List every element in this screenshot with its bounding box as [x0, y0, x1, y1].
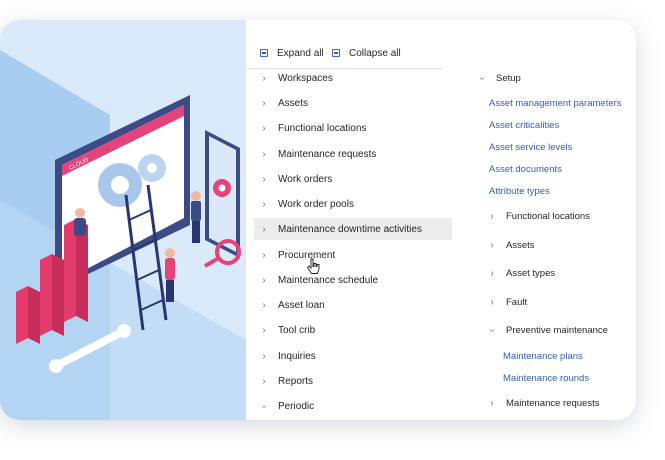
chevron-right-icon: › [262, 299, 266, 311]
group-preventive-maintenance[interactable]: › Preventive maintenance [486, 320, 608, 340]
chevron-right-icon: › [262, 173, 266, 185]
chevron-right-icon: › [490, 397, 494, 409]
chevron-right-icon: › [490, 210, 494, 222]
module-assets[interactable]: › Assets [254, 92, 452, 114]
link-asset-management-parameters[interactable]: Asset management parameters [489, 93, 622, 113]
chevron-right-icon: › [262, 72, 266, 84]
group-functional-locations[interactable]: › Functional locations [486, 206, 590, 226]
module-label: Work orders [278, 173, 333, 185]
module-label: Maintenance schedule [278, 274, 379, 286]
illustration-art: CLOUD [0, 50, 246, 420]
module-inquiries[interactable]: › Inquiries [254, 345, 452, 367]
module-workspaces[interactable]: › Workspaces [254, 67, 452, 89]
chevron-right-icon: › [262, 350, 266, 362]
expand-all-label: Expand all [277, 47, 324, 59]
module-procurement[interactable]: › Procurement [254, 244, 452, 266]
link-maintenance-rounds[interactable]: Maintenance rounds [503, 368, 589, 388]
chevron-right-icon: › [262, 148, 266, 160]
module-maintenance-downtime-activities[interactable]: › Maintenance downtime activities [254, 218, 452, 240]
setup-title: Setup [496, 72, 521, 84]
group-label: Preventive maintenance [506, 324, 608, 336]
module-work-orders[interactable]: › Work orders [254, 168, 452, 190]
module-label: Functional locations [278, 122, 367, 134]
navigation-pane: Expand all Collapse all › Workspaces › Ass… [246, 20, 636, 420]
app-card: CLOUD Expand all Collapse all › Workspac… [0, 20, 636, 420]
setup-header[interactable]: › Setup [476, 68, 521, 88]
group-asset-types[interactable]: › Asset types [486, 263, 555, 283]
chevron-down-icon: › [258, 404, 270, 408]
module-work-order-pools[interactable]: › Work order pools [254, 193, 452, 215]
module-tool-crib[interactable]: › Tool crib [254, 319, 452, 341]
link-attribute-types[interactable]: Attribute types [489, 181, 550, 201]
chevron-right-icon: › [262, 324, 266, 336]
chevron-down-icon: › [476, 76, 488, 80]
chevron-right-icon: › [262, 274, 266, 286]
maintenance-illustration: CLOUD [0, 20, 246, 420]
group-maintenance-requests[interactable]: › Maintenance requests [486, 393, 599, 413]
module-periodic[interactable]: › Periodic [254, 395, 452, 417]
module-label: Maintenance requests [278, 148, 377, 160]
group-assets[interactable]: › Assets [486, 235, 535, 255]
hand-cursor-icon [306, 258, 320, 274]
module-label: Periodic [278, 400, 315, 412]
chevron-right-icon: › [262, 249, 266, 261]
chevron-right-icon: › [262, 97, 266, 109]
chevron-down-icon: › [486, 328, 498, 332]
group-fault[interactable]: › Fault [486, 292, 527, 312]
module-label: Assets [278, 97, 309, 109]
module-maintenance-schedule[interactable]: › Maintenance schedule [254, 269, 452, 291]
chevron-right-icon: › [490, 239, 494, 251]
module-label: Reports [278, 375, 314, 387]
group-label: Functional locations [506, 210, 590, 222]
chevron-right-icon: › [262, 375, 266, 387]
module-reports[interactable]: › Reports [254, 370, 452, 392]
group-label: Fault [506, 296, 528, 308]
module-functional-locations[interactable]: › Functional locations [254, 117, 452, 139]
chevron-right-icon: › [262, 122, 266, 134]
module-label: Asset loan [278, 299, 325, 311]
link-asset-service-levels[interactable]: Asset service levels [489, 137, 572, 157]
collapse-all-button[interactable]: Collapse all [332, 44, 401, 62]
link-asset-documents[interactable]: Asset documents [489, 159, 562, 179]
chevron-right-icon: › [262, 223, 266, 235]
collapse-all-icon [332, 49, 340, 57]
nav-toolbar: Expand all Collapse all [246, 38, 442, 69]
module-label: Workspaces [278, 72, 333, 84]
group-label: Asset types [506, 267, 556, 279]
module-label: Tool crib [278, 324, 316, 336]
chevron-right-icon: › [262, 198, 266, 210]
module-label: Maintenance downtime activities [278, 223, 422, 235]
link-asset-criticalities[interactable]: Asset criticalities [489, 115, 559, 135]
expand-all-button[interactable]: Expand all [260, 44, 324, 62]
group-label: Assets [506, 239, 535, 251]
chevron-right-icon: › [490, 296, 494, 308]
module-maintenance-requests[interactable]: › Maintenance requests [254, 143, 452, 165]
module-label: Work order pools [278, 198, 354, 210]
expand-all-icon [260, 49, 268, 57]
group-label: Maintenance requests [506, 397, 600, 409]
module-label: Inquiries [278, 350, 316, 362]
link-maintenance-plans[interactable]: Maintenance plans [503, 346, 583, 366]
collapse-all-label: Collapse all [349, 47, 401, 59]
module-asset-loan[interactable]: › Asset loan [254, 294, 452, 316]
chevron-right-icon: › [490, 267, 494, 279]
